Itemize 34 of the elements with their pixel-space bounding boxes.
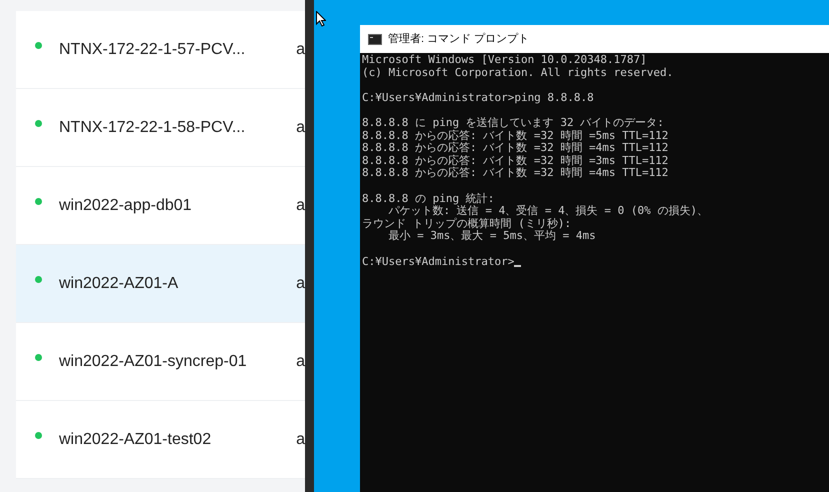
table-cell-text: a (296, 118, 305, 138)
console-line: (c) Microsoft Corporation. All rights reserved. (362, 66, 674, 80)
vm-name: win2022-AZ01-A (59, 274, 178, 294)
vm-name: NTNX-172-22-1-58-PCV... (59, 118, 246, 138)
table-cell-text: a (296, 196, 305, 216)
table-cell-text: a (296, 40, 305, 60)
table-cell-text: a (296, 274, 305, 294)
console-line: パケット数: 送信 = 4、受信 = 4、損失 = 0 (0% の損失)、 (387, 205, 709, 218)
vm-row[interactable]: win2022-AZ01-test02 a (16, 401, 305, 479)
vm-name: win2022-AZ01-syncrep-01 (59, 352, 247, 372)
console-line: 8.8.8.8 に ping を送信しています 32 バイトのデータ: (362, 114, 665, 130)
console-line: 8.8.8.8 の ping 統計: (362, 190, 496, 205)
console-line: 8.8.8.8 からの応答: バイト数 =32 時間 =4ms TTL=112 (362, 167, 670, 180)
mouse-pointer-icon (316, 11, 326, 27)
vm-row[interactable]: win2022-app-db01 a (16, 167, 305, 245)
vm-name: win2022-app-db01 (59, 196, 192, 216)
window-title: 管理者: コマンド プロンプト (388, 32, 530, 47)
vm-name: NTNX-172-22-1-57-PCV... (59, 40, 246, 60)
console-line: ラウンド トリップの概算時間 (ミリ秒): (362, 218, 572, 230)
vm-row[interactable]: NTNX-172-22-1-57-PCV... a (16, 11, 305, 89)
console-line: 最小 = 3ms、最大 = 5ms、平均 = 4ms (387, 230, 597, 243)
console-line: 8.8.8.8 からの応答: バイト数 =32 時間 =5ms TTL=112 (362, 130, 670, 142)
vm-row[interactable]: NTNX-172-22-1-58-PCV... a (16, 89, 305, 167)
vm-name: win2022-AZ01-test02 (59, 430, 212, 450)
console-line: C:¥Users¥Administrator> (362, 242, 829, 268)
console-line: C:¥Users¥Administrator>ping 8.8.8.8 (362, 90, 595, 104)
table-cell-text: a (296, 430, 305, 450)
vm-row[interactable]: win2022-AZ01-syncrep-01 a (16, 323, 305, 401)
console-line: Microsoft Windows [Version 10.0.20348.1787] (362, 54, 648, 67)
table-cell-text: a (296, 352, 305, 372)
console-line: 8.8.8.8 からの応答: バイト数 =32 時間 =4ms TTL=112 (362, 142, 670, 154)
vm-row[interactable]: win2022-AZ01-A a (16, 245, 305, 323)
console-app-icon (368, 34, 382, 44)
console-line: 8.8.8.8 からの応答: バイト数 =32 時間 =3ms TTL=112 (362, 154, 670, 167)
